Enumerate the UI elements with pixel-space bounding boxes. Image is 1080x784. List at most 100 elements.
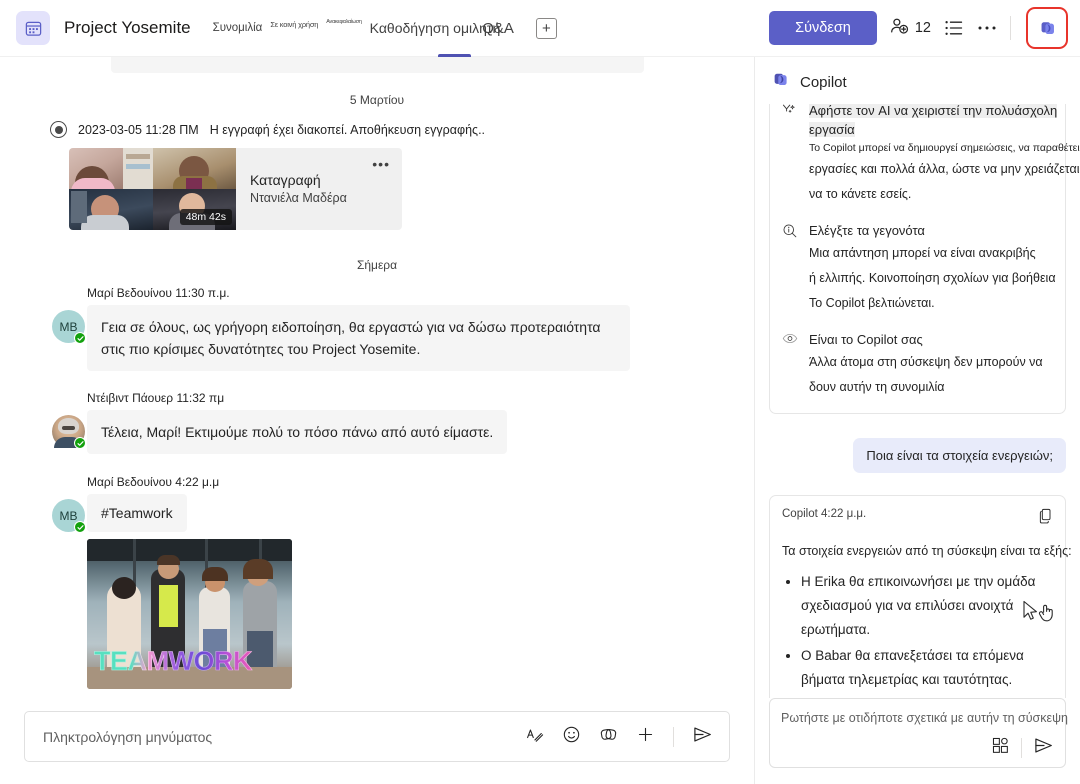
- more-horizontal-icon[interactable]: [977, 25, 997, 31]
- tab-recap[interactable]: Ανακεφαλαίωση: [322, 19, 365, 25]
- gif-caption: TEAMWORK: [94, 646, 253, 677]
- avatar[interactable]: [52, 415, 86, 449]
- recording-duration: 48m 42s: [179, 209, 232, 225]
- copilot-answer-card: Copilot 4:22 μ.μ. Τα στοιχεία ενεργειών …: [769, 495, 1072, 698]
- copilot-compose-box[interactable]: Ρωτήστε με οτιδήποτε σχετικά με αυτήν τη…: [769, 698, 1068, 768]
- copilot-toggle-button[interactable]: [1028, 9, 1066, 47]
- system-message-recording-stopped: 2023-03-05 11:28 ΠΜ Η εγγραφή έχει διακο…: [50, 121, 730, 138]
- sparkle-wand-icon: [780, 104, 799, 206]
- message-header: Μαρί Βεδουίνου 11:30 π.μ.: [87, 286, 730, 300]
- compose-divider: [673, 726, 674, 747]
- format-icon[interactable]: [525, 725, 544, 749]
- copilot-icon: [1041, 21, 1054, 34]
- copy-icon[interactable]: [1038, 508, 1053, 529]
- message-gif[interactable]: TEAMWORK: [87, 539, 292, 689]
- copilot-intro-title: Είναι το Copilot σας: [809, 332, 923, 347]
- message-time: 4:22 μ.μ: [175, 475, 220, 489]
- presence-available-icon: [74, 521, 86, 533]
- tab-qa[interactable]: Q&A: [478, 20, 518, 37]
- copilot-intro-line: Το Copilot μπορεί να δημιουργεί σημειώσε…: [809, 142, 1080, 154]
- copilot-intro-item: Είναι το Copilot σας Άλλα άτομα στη σύσκ…: [780, 330, 1055, 399]
- giphy-icon[interactable]: [599, 725, 618, 749]
- list-icon[interactable]: [944, 19, 964, 37]
- message-item: Ντέιβιντ Πάουερ 11:32 πμ Τέλεια, Μαρί! Ε…: [24, 391, 730, 454]
- chat-compose-box[interactable]: Πληκτρολόγηση μηνύματος: [24, 711, 730, 762]
- message-time: 11:30 π.μ.: [175, 286, 230, 300]
- copilot-title: Copilot: [800, 73, 847, 91]
- info-search-icon: [780, 221, 799, 315]
- copilot-intro-card: Αφήστε τον AI να χειριστεί την πολυάσχολ…: [769, 104, 1080, 414]
- copilot-intro-item: Αφήστε τον AI να χειριστεί την πολυάσχολ…: [780, 104, 1080, 206]
- main-body: 5 Μαρτίου 2023-03-05 11:28 ΠΜ Η εγγραφή …: [0, 57, 1080, 784]
- active-tab-indicator: [437, 53, 471, 57]
- copilot-intro-line: Μια απάντηση μπορεί να είναι ανακριβής: [809, 246, 1036, 260]
- plugin-icon[interactable]: [991, 736, 1010, 760]
- chat-compose-area: Πληκτρολόγηση μηνύματος: [0, 702, 754, 784]
- copilot-answer-intro: Τα στοιχεία ενεργειών από τη σύσκεψη είν…: [782, 544, 1072, 558]
- add-tab-button[interactable]: +: [535, 17, 557, 39]
- send-icon[interactable]: [692, 725, 713, 749]
- message-header: Μαρί Βεδουίνου 4:22 μ.μ: [87, 475, 730, 489]
- teams-meeting-window: Project Yosemite Συνομιλία Σε κοινή χρήσ…: [0, 0, 1080, 784]
- send-icon[interactable]: [1033, 736, 1054, 760]
- copilot-icon: [771, 70, 790, 94]
- copilot-scroll-area[interactable]: Αφήστε τον AI να χειριστεί την πολυάσχολ…: [755, 104, 1080, 698]
- message-time: 11:32 πμ: [176, 391, 225, 405]
- list-item: Η Erika θα επικοινωνήσει με την ομάδα σχ…: [801, 570, 1053, 642]
- message-author: Ντέιβιντ Πάουερ: [87, 391, 174, 405]
- copilot-answer-author: Copilot 4:22 μ.μ.: [782, 508, 867, 520]
- page-title: Project Yosemite: [64, 18, 191, 37]
- calendar-icon: [16, 11, 50, 45]
- toolbar-divider: [1010, 16, 1011, 40]
- plus-icon[interactable]: [636, 725, 655, 749]
- people-add-icon: [890, 17, 911, 39]
- copilot-answer-header: Copilot 4:22 μ.μ.: [782, 508, 1053, 529]
- message-input[interactable]: Πληκτρολόγηση μηνύματος: [43, 729, 525, 745]
- recording-thumbnail: 48m 42s: [69, 148, 236, 230]
- emoji-icon[interactable]: [562, 725, 581, 749]
- eye-icon: [780, 330, 799, 399]
- presence-available-icon: [74, 332, 86, 344]
- join-button[interactable]: Σύνδεση: [769, 11, 877, 45]
- copilot-intro-item: Ελέγξτε τα γεγονότα Μια απάντηση μπορεί …: [780, 221, 1056, 315]
- recording-meta: Καταγραφή Ντανιέλα Μαδέρα: [236, 148, 347, 230]
- chat-panel: 5 Μαρτίου 2023-03-05 11:28 ΠΜ Η εγγραφή …: [0, 57, 755, 784]
- recording-card[interactable]: 48m 42s Καταγραφή Ντανιέλα Μαδέρα •••: [69, 148, 402, 230]
- meeting-tabs: Συνομιλία Σε κοινή χρήση Ανακεφαλαίωση Κ…: [209, 0, 770, 57]
- message-author: Μαρί Βεδουίνου: [87, 475, 172, 489]
- copilot-user-message: Ποια είναι τα στοιχεία ενεργειών;: [853, 438, 1066, 473]
- copilot-compose-icons: [781, 736, 1054, 760]
- copilot-header: Copilot: [755, 57, 1080, 104]
- message-text: Τέλεια, Μαρί! Εκτιμούμε πολύ το πόσο πάν…: [87, 410, 508, 454]
- copilot-answer-bullets: Η Erika θα επικοινωνήσει με την ομάδα σχ…: [782, 570, 1053, 692]
- top-bar-actions: Σύνδεση 12: [769, 9, 1066, 47]
- avatar-initials: MB: [59, 508, 78, 523]
- copilot-intro-title: Ελέγξτε τα γεγονότα: [809, 223, 925, 238]
- copilot-intro-line: να το κάνετε εσείς.: [809, 187, 912, 201]
- copilot-intro-line: Το Copilot βελτιώνεται.: [809, 296, 935, 310]
- copilot-intro-line: ή ελλιπής. Κοινοποίηση σχολίων για βοήθε…: [809, 271, 1056, 285]
- more-horizontal-icon[interactable]: •••: [372, 156, 390, 172]
- copilot-input[interactable]: Ρωτήστε με οτιδήποτε σχετικά με αυτήν τη…: [781, 711, 1068, 725]
- system-text: Η εγγραφή έχει διακοπεί. Αποθήκευση εγγρ…: [209, 122, 486, 137]
- avatar-initials: MB: [59, 319, 78, 334]
- avatar[interactable]: MB: [52, 310, 86, 344]
- top-bar: Project Yosemite Συνομιλία Σε κοινή χρήσ…: [0, 0, 1080, 57]
- copilot-intro-line: Άλλα άτομα στη σύσκεψη δεν μπορούν να: [809, 355, 1043, 369]
- copilot-compose-area: Ρωτήστε με οτιδήποτε σχετικά με αυτήν τη…: [755, 698, 1080, 784]
- recording-title: Καταγραφή: [250, 172, 321, 188]
- tab-shared[interactable]: Σε κοινή χρήση: [266, 20, 322, 29]
- participants-button[interactable]: 12: [890, 17, 931, 39]
- date-separator-1: 5 Μαρτίου: [349, 93, 405, 107]
- copilot-panel: Copilot Αφήστε τον AI να χειριστεί την π…: [755, 57, 1080, 784]
- date-separator-2: Σήμερα: [356, 258, 398, 272]
- recording-author: Ντανιέλα Μαδέρα: [250, 191, 347, 205]
- system-timestamp: 2023-03-05 11:28 ΠΜ: [78, 122, 199, 137]
- list-item: Ο Babar θα επανεξετάσει τα επόμενα βήματ…: [801, 644, 1053, 692]
- tab-chat[interactable]: Συνομιλία: [209, 22, 267, 34]
- message-text: #Teamwork: [87, 494, 187, 532]
- chat-scroll-area[interactable]: 5 Μαρτίου 2023-03-05 11:28 ΠΜ Η εγγραφή …: [0, 57, 754, 702]
- copilot-intro-line: εργασίες και πολλά άλλα, ώστε να μην χρε…: [809, 162, 1080, 176]
- avatar[interactable]: MB: [52, 499, 86, 533]
- copilot-compose-divider: [1021, 738, 1022, 758]
